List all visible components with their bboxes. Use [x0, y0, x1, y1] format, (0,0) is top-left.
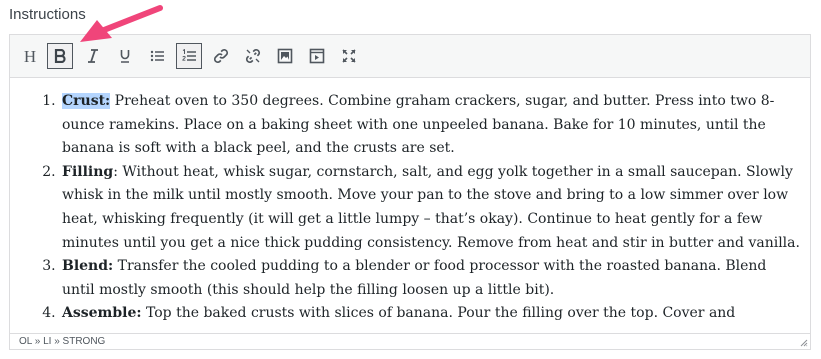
list-item: Filling: Without heat, whisk sugar, corn… — [60, 161, 800, 255]
item-text: : Without heat, whisk sugar, cornstarch,… — [62, 163, 800, 251]
item-title: Filling — [62, 163, 114, 180]
video-button[interactable] — [304, 43, 330, 69]
italic-button[interactable] — [80, 43, 106, 69]
unlink-button[interactable] — [240, 43, 266, 69]
element-path: OL » LI » STRONG — [19, 336, 106, 347]
video-icon — [309, 48, 325, 64]
fullscreen-icon — [342, 49, 356, 63]
numbered-list-button[interactable] — [176, 43, 202, 69]
item-text: Transfer the cooled pudding to a blender… — [62, 258, 767, 298]
field-label: Instructions — [9, 6, 86, 23]
item-text: Top the baked crusts with slices of bana… — [141, 305, 736, 322]
editor-toolbar: H — [10, 35, 810, 78]
item-title: Assemble: — [62, 305, 142, 322]
bold-button[interactable] — [47, 43, 73, 69]
element-path-statusbar: OL » LI » STRONG — [10, 333, 810, 349]
underline-icon — [120, 50, 130, 63]
heading-button[interactable]: H — [17, 43, 43, 69]
item-title: Blend: — [62, 258, 114, 275]
link-button[interactable] — [208, 43, 234, 69]
list-item: Blend: Transfer the cooled pudding to a … — [60, 255, 800, 302]
bold-icon — [54, 49, 66, 63]
unlink-icon — [245, 48, 261, 64]
image-button[interactable] — [272, 43, 298, 69]
heading-icon: H — [23, 46, 37, 66]
link-icon — [213, 48, 229, 64]
image-icon — [277, 48, 293, 64]
editor-content[interactable]: Crust: Preheat oven to 350 degrees. Comb… — [10, 78, 810, 333]
item-title: Crust: — [62, 93, 111, 109]
item-text: Preheat oven to 350 degrees. Combine gra… — [62, 93, 775, 157]
resize-handle-icon[interactable] — [800, 339, 808, 347]
bulleted-list-button[interactable] — [144, 43, 170, 69]
bullet-list-icon — [150, 50, 164, 62]
underline-button[interactable] — [112, 43, 138, 69]
list-item: Assemble: Top the baked crusts with slic… — [60, 302, 800, 326]
italic-icon — [88, 49, 98, 63]
numbered-list-icon — [182, 49, 196, 61]
list-item: Crust: Preheat oven to 350 degrees. Comb… — [60, 90, 800, 161]
fullscreen-button[interactable] — [336, 43, 362, 69]
instructions-list: Crust: Preheat oven to 350 degrees. Comb… — [10, 90, 800, 326]
rich-text-editor: H 1. Crust: Preheat oven to 350 degrees.… — [9, 34, 811, 350]
